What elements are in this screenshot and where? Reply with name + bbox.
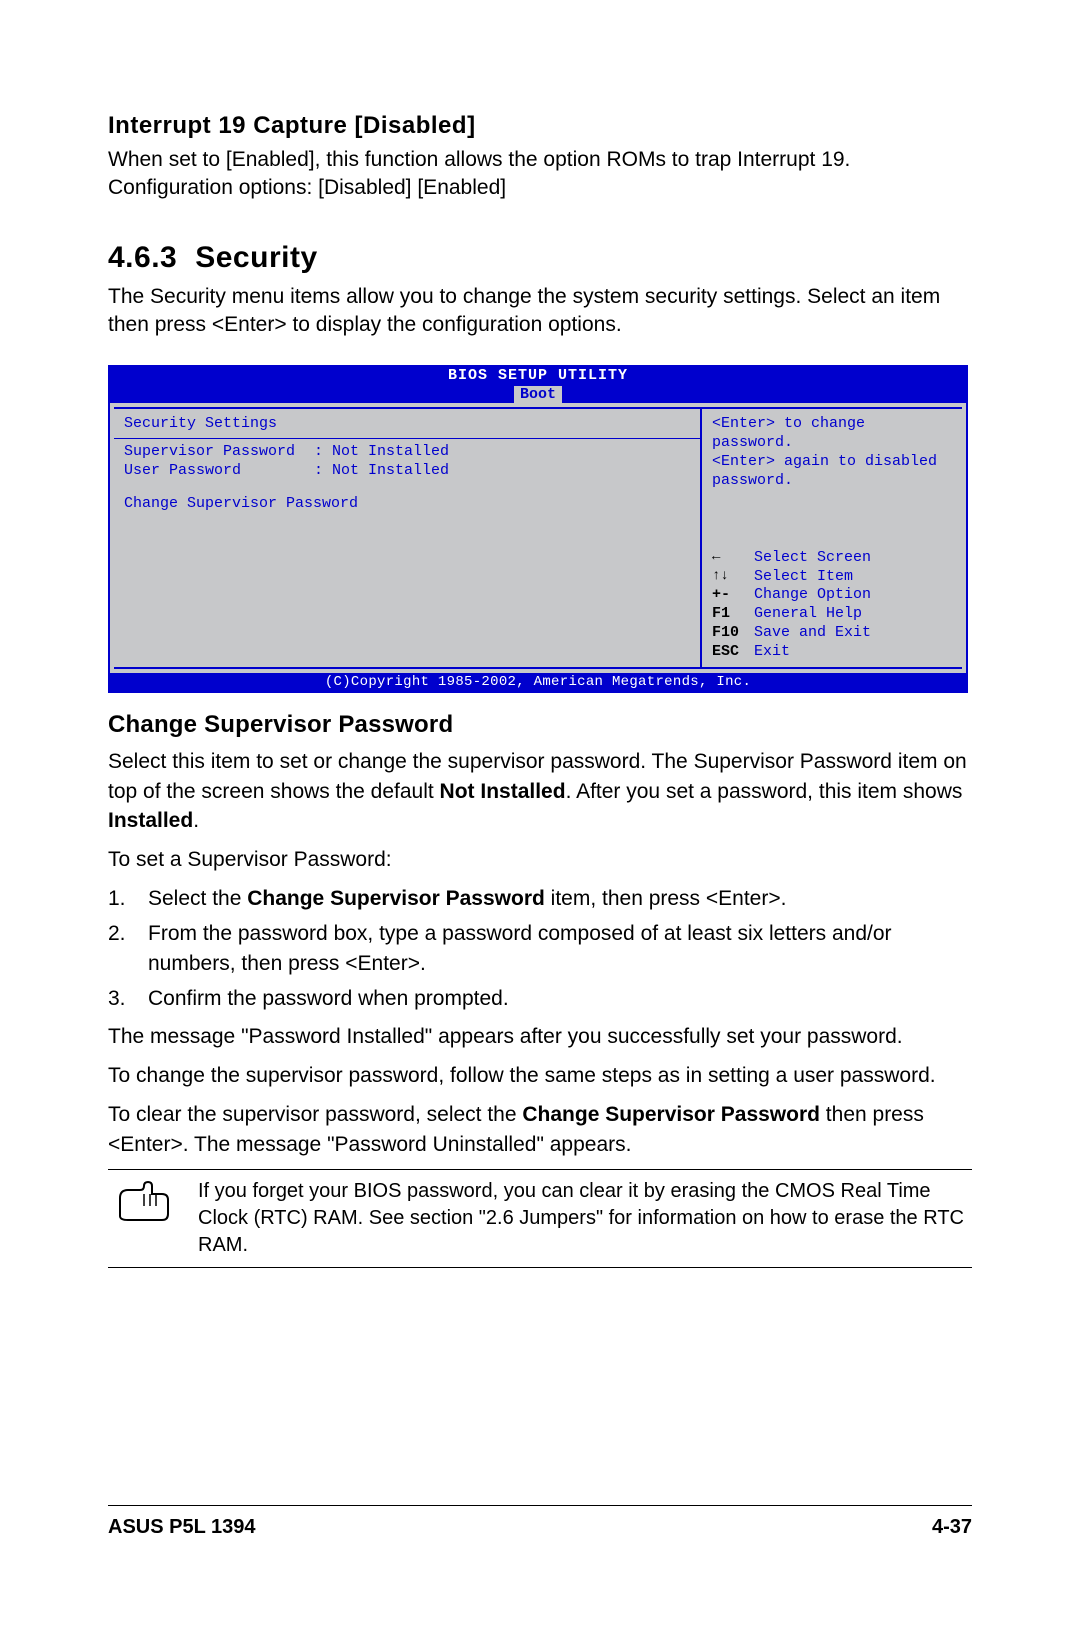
heading-interrupt: Interrupt 19 Capture [Disabled]	[108, 112, 972, 140]
bios-title: BIOS SETUP UTILITY	[110, 367, 966, 385]
text-span: item, then press <Enter>.	[545, 887, 787, 910]
bios-copyright: (C)Copyright 1985-2002, American Megatre…	[110, 673, 966, 691]
text-bold: Installed	[108, 809, 193, 832]
text-interrupt-body: When set to [Enabled], this function all…	[108, 146, 972, 203]
list-item: 1.Select the Change Supervisor Password …	[108, 884, 972, 913]
text-bold: Change Supervisor Password	[522, 1103, 820, 1126]
hand-pointing-icon	[108, 1178, 198, 1259]
text-after-set: The message "Password Installed" appears…	[108, 1023, 972, 1051]
text-span: Select the	[148, 887, 247, 910]
left-arrow-icon: ←	[712, 549, 754, 568]
page-footer: ASUS P5L 1394 4-37	[108, 1505, 972, 1539]
step-number: 1.	[108, 884, 148, 913]
footer-page-number: 4-37	[932, 1516, 972, 1539]
bios-key-desc: Save and Exit	[754, 624, 871, 643]
step-text: Confirm the password when prompted.	[148, 984, 972, 1013]
text-to-set: To set a Supervisor Password:	[108, 846, 972, 874]
bios-key-row: ESCExit	[712, 643, 952, 662]
text-span: .	[193, 809, 199, 832]
text-security-intro: The Security menu items allow you to cha…	[108, 283, 972, 340]
text-span: To clear the supervisor password, select…	[108, 1103, 522, 1126]
text-bold: Not Installed	[440, 780, 566, 803]
bios-row-user: User Password Not Installed	[124, 462, 690, 481]
text-change-pw-1: Select this item to set or change the su…	[108, 747, 972, 835]
bios-key-row: ←Select Screen	[712, 549, 952, 568]
bios-value: Not Installed	[314, 443, 449, 462]
note-block: If you forget your BIOS password, you ca…	[108, 1169, 972, 1268]
bios-key: ESC	[712, 643, 754, 662]
heading-change-password: Change Supervisor Password	[108, 711, 972, 739]
bios-key-legend: ←Select Screen ↑↓Select Item +-Change Op…	[712, 549, 952, 662]
step-text: Select the Change Supervisor Password it…	[148, 884, 972, 913]
step-number: 3.	[108, 984, 148, 1013]
bios-key-desc: General Help	[754, 605, 862, 624]
bios-key-row: F10Save and Exit	[712, 624, 952, 643]
steps-list: 1.Select the Change Supervisor Password …	[108, 884, 972, 1014]
bios-value: Not Installed	[314, 462, 449, 481]
text-bold: Change Supervisor Password	[247, 887, 545, 910]
bios-key-desc: Select Screen	[754, 549, 871, 568]
step-number: 2.	[108, 919, 148, 978]
bios-key-row: F1General Help	[712, 605, 952, 624]
bios-key-row: +-Change Option	[712, 586, 952, 605]
text-to-clear: To clear the supervisor password, select…	[108, 1100, 972, 1159]
section-number: 4.6.3	[108, 241, 177, 274]
bios-key-desc: Select Item	[754, 568, 853, 587]
bios-left-pane: Security Settings Supervisor Password No…	[114, 407, 702, 669]
bios-action-change-password: Change Supervisor Password	[124, 495, 690, 514]
section-title: Security	[195, 241, 317, 274]
bios-key-desc: Change Option	[754, 586, 871, 605]
bios-row-supervisor: Supervisor Password Not Installed	[124, 443, 690, 462]
text-span: . After you set a password, this item sh…	[566, 780, 963, 803]
text-to-change: To change the supervisor password, follo…	[108, 1062, 972, 1090]
bios-label: Supervisor Password	[124, 443, 314, 462]
note-text: If you forget your BIOS password, you ca…	[198, 1178, 972, 1259]
bios-header: BIOS SETUP UTILITY Boot	[110, 367, 966, 403]
footer-product: ASUS P5L 1394	[108, 1516, 256, 1539]
bios-right-pane: <Enter> to change password. <Enter> agai…	[702, 407, 962, 669]
bios-screenshot: BIOS SETUP UTILITY Boot Security Setting…	[108, 365, 968, 693]
bios-tab-boot: Boot	[514, 386, 562, 404]
step-text: From the password box, type a password c…	[148, 919, 972, 978]
bios-key: F10	[712, 624, 754, 643]
bios-label: User Password	[124, 462, 314, 481]
list-item: 3.Confirm the password when prompted.	[108, 984, 972, 1013]
updown-arrow-icon: ↑↓	[712, 568, 754, 587]
bios-help-text: <Enter> to change password. <Enter> agai…	[712, 415, 952, 490]
bios-key-desc: Exit	[754, 643, 790, 662]
bios-section-title: Security Settings	[124, 415, 690, 434]
bios-key: F1	[712, 605, 754, 624]
bios-key-row: ↑↓Select Item	[712, 568, 952, 587]
bios-key: +-	[712, 586, 754, 605]
list-item: 2.From the password box, type a password…	[108, 919, 972, 978]
heading-security: 4.6.3 Security	[108, 241, 972, 275]
